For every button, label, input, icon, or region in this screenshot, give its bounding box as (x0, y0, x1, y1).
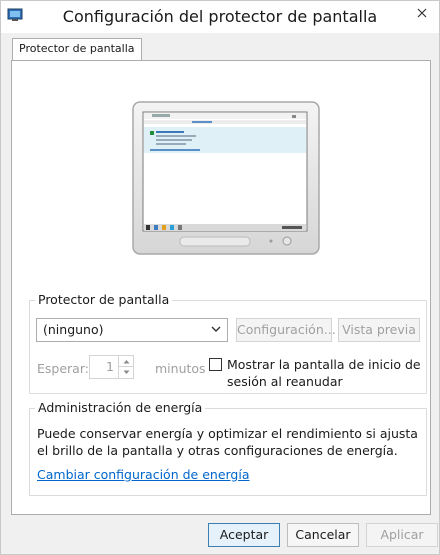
power-group-title: Administración de energía (35, 400, 206, 415)
resume-login-label-line2: sesión al reanudar (227, 374, 343, 389)
close-button[interactable] (405, 1, 439, 25)
wait-minutes-stepper[interactable]: 1 (89, 355, 134, 379)
window-title: Configuración del protector de pantalla (62, 7, 378, 26)
dialog-window: Configuración del protector de pantalla … (0, 0, 440, 555)
title-bar: Configuración del protector de pantalla (1, 1, 439, 33)
cancel-button[interactable]: Cancelar (287, 523, 359, 547)
screensaver-select[interactable]: (ninguno) (36, 318, 228, 342)
close-icon (417, 8, 427, 18)
apply-button[interactable]: Aplicar (366, 523, 438, 547)
tab-panel: Protector de pantalla (ninguno) Configur… (11, 60, 431, 515)
power-description-line1: Puede conservar energía y optimizar el r… (37, 426, 418, 441)
monitor-preview (132, 101, 320, 255)
chevron-down-icon (211, 326, 221, 332)
stepper-up-button[interactable] (119, 356, 133, 367)
chevron-down-icon (123, 370, 129, 374)
accept-button[interactable]: Aceptar (208, 523, 280, 547)
wait-label: Esperar: (37, 361, 89, 376)
minutes-label: minutos (155, 361, 206, 376)
settings-button[interactable]: Configuración... (236, 318, 336, 342)
tab-bar: Protector de pantalla (1, 33, 439, 61)
resume-login-label-line1: Mostrar la pantalla de inicio de (227, 357, 421, 372)
preview-button[interactable]: Vista previa (338, 318, 420, 342)
change-power-settings-link[interactable]: Cambiar configuración de energía (37, 467, 250, 482)
screensaver-select-value: (ninguno) (43, 322, 104, 337)
wait-minutes-value: 1 (106, 359, 114, 374)
stepper-buttons (118, 356, 133, 378)
power-description-line2: el brillo de la pantalla y otras configu… (37, 443, 398, 458)
screensaver-group-title: Protector de pantalla (35, 292, 173, 307)
stepper-down-button[interactable] (119, 367, 133, 378)
chevron-up-icon (123, 359, 129, 363)
tab-screensaver[interactable]: Protector de pantalla (12, 38, 142, 61)
resume-login-checkbox[interactable] (209, 358, 222, 371)
